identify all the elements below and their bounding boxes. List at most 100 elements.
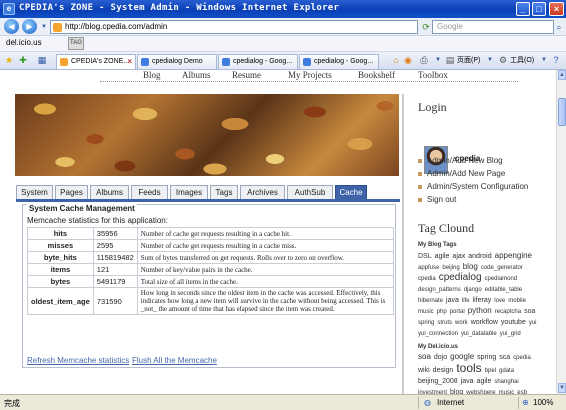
tag-link[interactable]: music <box>418 307 434 317</box>
browser-tab-2[interactable]: cpedialog Demo <box>137 54 217 69</box>
tab-system[interactable]: System <box>16 185 53 200</box>
page-menu-icon[interactable]: ▤ <box>444 54 456 66</box>
print-icon[interactable]: ⎙ <box>418 54 430 66</box>
tag-link[interactable]: sca <box>499 353 510 363</box>
forward-icon[interactable]: ▶ <box>22 19 37 34</box>
home-icon[interactable]: ⌂ <box>390 54 402 66</box>
tools-gear-icon[interactable]: ⚙ <box>497 54 509 66</box>
tag-link[interactable]: cpedia <box>513 353 531 363</box>
tag-link[interactable]: life <box>462 296 470 306</box>
browser-tab-1[interactable]: CPEDIA's ZONE... × <box>56 54 136 69</box>
scroll-thumb[interactable] <box>558 98 566 126</box>
help-icon[interactable]: ? <box>550 54 562 66</box>
tag-link[interactable]: spring <box>418 318 434 328</box>
tag-link[interactable]: shanghai <box>494 377 518 387</box>
tab-feeds[interactable]: Feeds <box>131 185 168 200</box>
tag-link[interactable]: blog <box>463 262 478 272</box>
nav-albums[interactable]: Albums <box>182 70 211 80</box>
tag-link[interactable]: django <box>464 285 482 295</box>
tag-link[interactable]: recaptcha <box>495 307 521 317</box>
tag-link[interactable]: yui_grid <box>500 329 521 339</box>
tab-authsub[interactable]: AuthSub <box>287 185 333 200</box>
tag-link[interactable]: agile <box>435 252 450 262</box>
close-button[interactable]: × <box>549 2 564 16</box>
tag-link[interactable]: cpedialog <box>439 273 482 283</box>
tag-link[interactable]: cpedia <box>418 274 436 284</box>
tag-link[interactable]: tools <box>456 362 481 374</box>
page-menu-label[interactable]: 页面(P) <box>457 55 480 65</box>
tab-close-icon[interactable]: × <box>127 55 132 68</box>
nav-resume[interactable]: Resume <box>232 70 261 80</box>
tag-link[interactable]: android <box>468 252 491 262</box>
tag-button[interactable]: TAG <box>68 37 84 50</box>
tab-pages[interactable]: Pages <box>55 185 88 200</box>
tag-link[interactable]: workflow <box>471 318 498 328</box>
tab-list-icon[interactable]: ▦ <box>36 54 48 66</box>
favorites-star-icon[interactable]: ★ <box>3 54 15 66</box>
tag-link[interactable]: beijing_2008 <box>418 377 458 387</box>
back-icon[interactable]: ◀ <box>4 19 19 34</box>
tools-dropdown-icon[interactable]: ▼ <box>538 54 550 66</box>
tag-link[interactable]: mobile <box>508 296 526 306</box>
tag-link[interactable]: ajax <box>452 252 465 262</box>
tag-link[interactable]: appengine <box>495 251 532 261</box>
tag-link[interactable]: struts <box>437 318 452 328</box>
tag-link[interactable]: work <box>455 318 468 328</box>
history-dropdown-icon[interactable]: ▼ <box>38 21 50 33</box>
tag-link[interactable]: youtube <box>501 318 526 328</box>
tag-link[interactable]: liferay <box>473 296 492 306</box>
refresh-memcache-link[interactable]: Refresh Memcache statistics <box>27 356 129 365</box>
minimize-button[interactable]: _ <box>516 2 530 16</box>
tag-link[interactable]: java <box>461 377 474 387</box>
browser-tab-4[interactable]: cpedialog - Goog... <box>299 54 379 69</box>
tab-cache[interactable]: Cache <box>335 185 367 200</box>
tag-link[interactable]: dojo <box>434 353 447 363</box>
tag-link[interactable]: soa <box>418 352 431 362</box>
tag-link[interactable]: cpediamond <box>485 274 518 284</box>
tab-images[interactable]: Images <box>170 185 208 200</box>
scroll-up-icon[interactable]: ▲ <box>558 70 566 80</box>
tab-tags[interactable]: Tags <box>210 185 238 200</box>
search-icon[interactable]: ⌕ <box>553 21 565 33</box>
nav-toolbox[interactable]: Toolbox <box>418 70 448 80</box>
delicious-link[interactable]: del.icio.us <box>6 38 42 47</box>
tag-link[interactable]: design <box>433 366 454 376</box>
tag-link[interactable]: gdata <box>499 366 514 376</box>
zoom-level[interactable]: 100% <box>533 398 553 407</box>
tag-link[interactable]: yui_connection <box>418 329 458 339</box>
add-favorite-icon[interactable]: ✚ <box>17 54 29 66</box>
tag-link[interactable]: love <box>494 296 505 306</box>
tag-link[interactable]: agile <box>477 377 492 387</box>
tab-archives[interactable]: Archives <box>240 185 285 200</box>
tag-link[interactable]: hibernate <box>418 296 443 306</box>
scroll-down-icon[interactable]: ▼ <box>558 383 566 393</box>
search-field[interactable]: Google <box>432 20 554 34</box>
nav-my-projects[interactable]: My Projects <box>288 70 332 80</box>
tag-link[interactable]: code_generator <box>481 263 523 273</box>
maximize-button[interactable]: □ <box>532 2 546 16</box>
tag-link[interactable]: editable_table <box>485 285 522 295</box>
nav-bookshelf[interactable]: Bookshelf <box>358 70 395 80</box>
print-dropdown-icon[interactable]: ▼ <box>432 54 444 66</box>
tag-link[interactable]: java <box>446 296 459 306</box>
zoom-icon[interactable]: ⊕ <box>522 398 529 407</box>
tag-link[interactable]: wiki <box>418 366 430 376</box>
tag-link[interactable]: design_patterns <box>418 285 461 295</box>
tag-link[interactable]: yui_datatable <box>461 329 497 339</box>
tag-link[interactable]: python <box>468 306 492 316</box>
tag-link[interactable]: portal <box>450 307 465 317</box>
tag-link[interactable]: php <box>437 307 447 317</box>
tag-link[interactable]: bpel <box>485 366 496 376</box>
tag-link[interactable]: DSL <box>418 252 432 262</box>
refresh-icon[interactable]: ⟳ <box>420 21 432 33</box>
rss-feed-icon[interactable]: ◉ <box>402 54 414 66</box>
tab-albums[interactable]: Albums <box>90 185 129 200</box>
browser-tab-3[interactable]: cpedialog - Goog... <box>218 54 298 69</box>
tools-menu-label[interactable]: 工具(O) <box>510 55 534 65</box>
tag-link[interactable]: yui <box>529 318 537 328</box>
nav-blog[interactable]: Blog <box>143 70 161 80</box>
vertical-scrollbar[interactable]: ▲ ▼ <box>556 70 566 394</box>
url-field[interactable]: http://blog.cpedia.com/admin <box>50 20 418 34</box>
tag-link[interactable]: soa <box>524 307 535 317</box>
page-dropdown-icon[interactable]: ▼ <box>484 54 496 66</box>
